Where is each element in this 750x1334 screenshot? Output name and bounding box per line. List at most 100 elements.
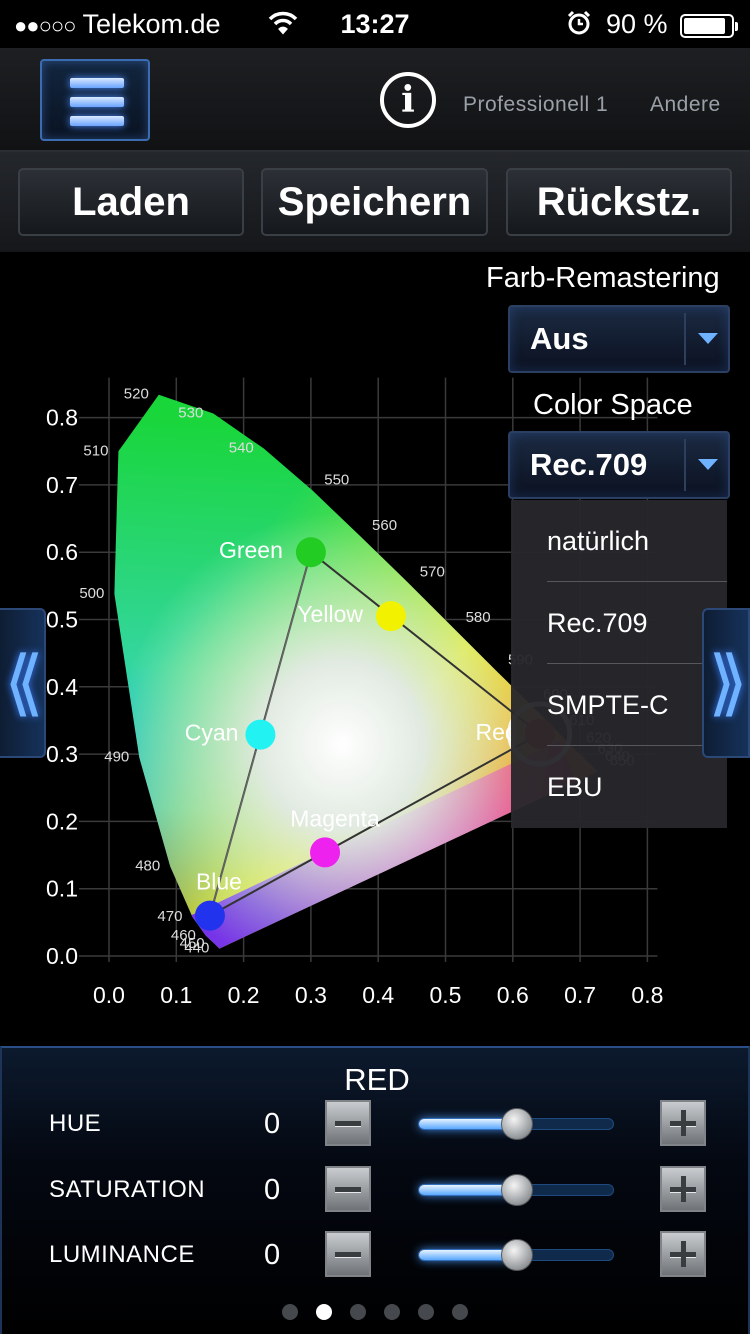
point-cyan[interactable]: Cyan — [185, 719, 276, 750]
wavelength-label: 540 — [229, 440, 254, 457]
top-nav: i Professionell 1 Andere — [0, 48, 750, 152]
page-dot[interactable] — [418, 1304, 434, 1320]
load-button[interactable]: Laden — [18, 168, 244, 236]
minus-icon — [335, 1187, 361, 1192]
wavelength-label: 580 — [466, 609, 491, 626]
color-space-option[interactable]: EBU — [547, 746, 727, 828]
y-tick-label: 0.5 — [46, 607, 78, 633]
color-space-value: Rec.709 — [530, 447, 648, 482]
color-space-label: Color Space — [533, 389, 693, 421]
x-tick-label: 0.8 — [631, 982, 663, 1008]
saturation-increase-button[interactable] — [660, 1166, 706, 1212]
saturation-value: 0 — [264, 1174, 281, 1206]
wavelength-label: 510 — [83, 442, 108, 459]
page-dot[interactable] — [452, 1304, 468, 1320]
x-tick-label: 0.4 — [362, 982, 394, 1008]
wavelength-label: 550 — [324, 471, 349, 488]
point-marker[interactable] — [245, 719, 276, 750]
color-space-option[interactable]: Rec.709 — [547, 582, 727, 664]
x-tick-label: 0.1 — [160, 982, 192, 1008]
point-marker[interactable] — [295, 537, 326, 568]
luminance-decrease-button[interactable] — [325, 1231, 371, 1277]
point-marker[interactable] — [375, 601, 406, 632]
wavelength-label: 570 — [420, 563, 445, 580]
status-bar: ●●○○○ Telekom.de 13:27 90 % — [0, 0, 750, 48]
saturation-label: SATURATION — [49, 1176, 206, 1203]
page-dot[interactable] — [384, 1304, 400, 1320]
chevron-down-icon — [698, 333, 718, 344]
luminance-increase-button[interactable] — [660, 1231, 706, 1277]
point-label: Yellow — [297, 601, 363, 627]
point-label: Blue — [196, 869, 242, 895]
page-dot[interactable] — [282, 1304, 298, 1320]
alarm-icon — [567, 10, 591, 35]
page-dot[interactable] — [316, 1304, 332, 1320]
hue-decrease-button[interactable] — [325, 1100, 371, 1146]
y-tick-label: 0.2 — [46, 808, 78, 834]
slider-handle[interactable] — [501, 1174, 533, 1206]
page-dot[interactable] — [350, 1304, 366, 1320]
hue-row: HUE 0 — [2, 1098, 750, 1152]
plus-icon-bar — [681, 1176, 686, 1202]
next-page-button[interactable]: ⟫ — [702, 608, 750, 758]
color-space-option[interactable]: natürlich — [547, 500, 727, 582]
color-space-option[interactable]: SMPTE-C — [547, 664, 727, 746]
picture-mode-other[interactable]: Andere — [650, 93, 721, 117]
x-tick-label: 0.6 — [497, 982, 529, 1008]
plus-icon-bar — [681, 1110, 686, 1136]
saturation-row: SATURATION 0 — [2, 1164, 750, 1218]
color-remastering-label: Farb-Remastering — [486, 262, 720, 294]
wavelength-label: 460 — [171, 927, 196, 944]
color-space-dropdown[interactable]: Rec.709 — [508, 431, 730, 499]
color-remastering-dropdown[interactable]: Aus — [508, 305, 730, 373]
luminance-slider[interactable] — [418, 1239, 614, 1271]
dropdown-separator — [684, 439, 686, 491]
saturation-decrease-button[interactable] — [325, 1166, 371, 1212]
point-marker[interactable] — [310, 837, 341, 868]
menu-icon-bar — [70, 97, 124, 107]
menu-button[interactable] — [40, 59, 150, 141]
luminance-value: 0 — [264, 1239, 281, 1271]
plus-icon-bar — [681, 1241, 686, 1267]
battery-icon — [680, 14, 738, 38]
y-tick-label: 0.4 — [46, 674, 78, 700]
slider-handle[interactable] — [501, 1239, 533, 1271]
wavelength-label: 500 — [79, 585, 104, 602]
x-tick-label: 0.5 — [430, 982, 462, 1008]
menu-icon — [70, 78, 124, 88]
y-tick-label: 0.1 — [46, 876, 78, 902]
point-yellow[interactable]: Yellow — [297, 601, 406, 632]
color-space-menu: natürlich Rec.709 SMPTE-C EBU — [511, 500, 727, 828]
page-indicator — [0, 1304, 750, 1324]
hue-slider[interactable] — [418, 1108, 614, 1140]
point-label: Magenta — [290, 805, 380, 831]
x-tick-label: 0.2 — [228, 982, 260, 1008]
wavelength-label: 530 — [178, 405, 203, 422]
info-button[interactable]: i — [380, 72, 436, 128]
previous-page-button[interactable]: ⟪ — [0, 608, 46, 758]
hue-increase-button[interactable] — [660, 1100, 706, 1146]
adjust-panel: RED HUE 0 SATURATION 0 LUMINANCE 0 — [0, 1046, 750, 1334]
reset-button[interactable]: Rückstz. — [506, 168, 732, 236]
x-tick-label: 0.0 — [93, 982, 125, 1008]
saturation-slider[interactable] — [418, 1174, 614, 1206]
point-green[interactable]: Green — [219, 537, 326, 568]
point-marker[interactable] — [194, 900, 225, 931]
luminance-row: LUMINANCE 0 — [2, 1229, 750, 1283]
color-remastering-value: Aus — [530, 321, 589, 356]
minus-icon — [335, 1252, 361, 1257]
info-icon: i — [401, 79, 415, 121]
picture-mode-name[interactable]: Professionell 1 — [463, 93, 608, 117]
toolbar: Laden Speichern Rückstz. — [0, 152, 750, 252]
y-tick-label: 0.8 — [46, 405, 78, 431]
x-tick-label: 0.7 — [564, 982, 596, 1008]
y-tick-label: 0.0 — [46, 943, 78, 969]
hue-value: 0 — [264, 1108, 281, 1140]
menu-icon-bar — [70, 116, 124, 126]
minus-icon — [335, 1121, 361, 1126]
point-label: Cyan — [185, 720, 239, 746]
slider-handle[interactable] — [501, 1108, 533, 1140]
wavelength-label: 480 — [135, 857, 160, 874]
battery-percent: 90 % — [606, 9, 668, 39]
save-button[interactable]: Speichern — [261, 168, 488, 236]
